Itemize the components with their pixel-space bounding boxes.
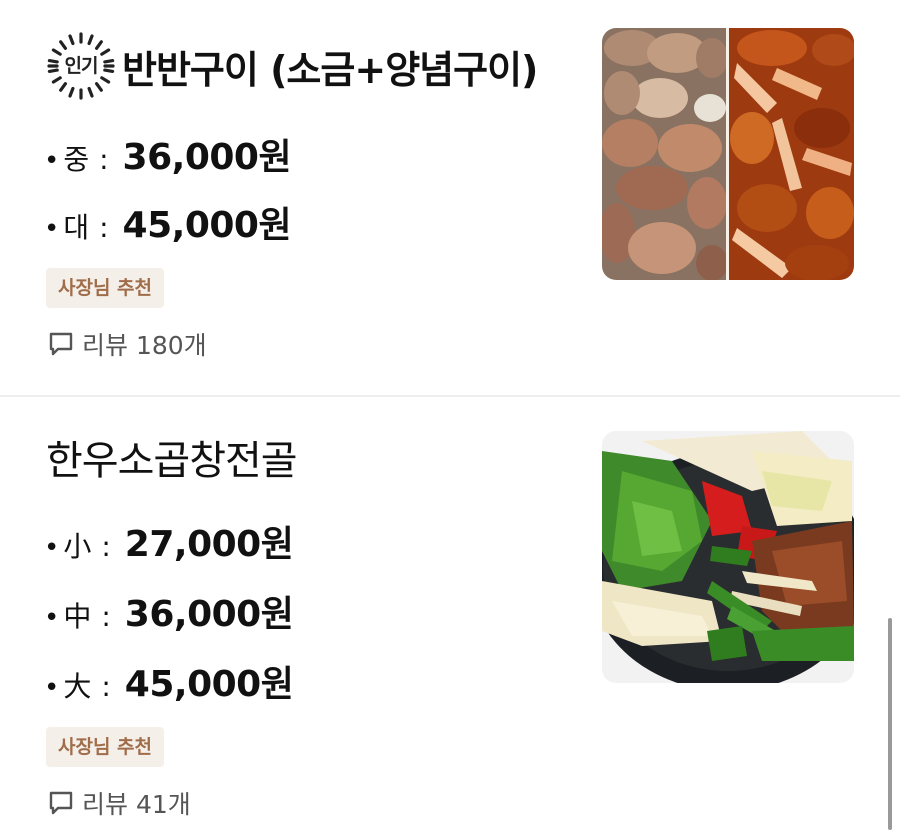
review-count-label: 리뷰 180개	[82, 331, 207, 360]
price-value: 45,000원	[124, 664, 294, 705]
price-value: 36,000원	[124, 594, 294, 635]
menu-item-hanwoo-gopchang-jeongol[interactable]: 한우소곱창전골 • 小 : 27,000원 • 中 : 36,000원 • 大 …	[0, 397, 900, 830]
popular-badge-label: 인기	[64, 55, 99, 77]
grilled-gopchang-photo[interactable]	[602, 28, 854, 280]
menu-title-row: 한우소곱창전골	[46, 427, 298, 487]
price-row-large: • 大 : 45,000원	[44, 655, 294, 707]
colon: :	[99, 211, 109, 244]
scrollbar[interactable]	[888, 618, 892, 830]
speech-bubble-icon	[49, 791, 73, 815]
price-value: 36,000원	[122, 137, 292, 178]
bullet: •	[44, 533, 60, 563]
owner-recommend-tag: 사장님 추천	[46, 727, 165, 767]
price-row-medium: • 中 : 36,000원	[44, 585, 294, 637]
bullet: •	[44, 673, 60, 703]
review-count[interactable]: 리뷰 180개	[48, 326, 207, 362]
menu-title-row: 인기 반반구이 (소금+양념구이)	[46, 28, 538, 104]
size-label: 中	[63, 600, 92, 633]
menu-title[interactable]: 한우소곱창전골	[46, 428, 298, 486]
owner-recommend-tag: 사장님 추천	[46, 268, 165, 308]
colon: :	[99, 143, 109, 176]
colon: :	[101, 600, 111, 633]
gopchang-hotpot-photo[interactable]	[602, 431, 854, 683]
price-value: 27,000원	[124, 524, 294, 565]
price-value: 45,000원	[122, 205, 292, 246]
price-row-medium: • 중 : 36,000원	[44, 128, 292, 180]
menu-item-banban-gui[interactable]: 인기 반반구이 (소금+양념구이) • 중 : 36,000원 • 대 : 45…	[0, 0, 900, 396]
size-label: 小	[63, 530, 92, 563]
price-row-large: • 대 : 45,000원	[44, 196, 292, 248]
menu-title[interactable]: 반반구이 (소금+양념구이)	[122, 39, 538, 94]
review-count[interactable]: 리뷰 41개	[48, 785, 191, 821]
speech-bubble-icon	[49, 332, 73, 356]
review-count-label: 리뷰 41개	[82, 790, 191, 819]
grilled-gopchang-image	[602, 28, 854, 280]
bullet: •	[44, 603, 60, 633]
size-label: 중	[63, 143, 90, 176]
bullet: •	[44, 214, 60, 244]
bullet: •	[44, 146, 60, 176]
colon: :	[101, 670, 111, 703]
size-label: 大	[63, 670, 92, 703]
price-row-small: • 小 : 27,000원	[44, 515, 294, 567]
colon: :	[101, 530, 111, 563]
size-label: 대	[63, 211, 90, 244]
popular-badge: 인기	[46, 31, 116, 101]
gopchang-hotpot-image	[602, 431, 854, 683]
